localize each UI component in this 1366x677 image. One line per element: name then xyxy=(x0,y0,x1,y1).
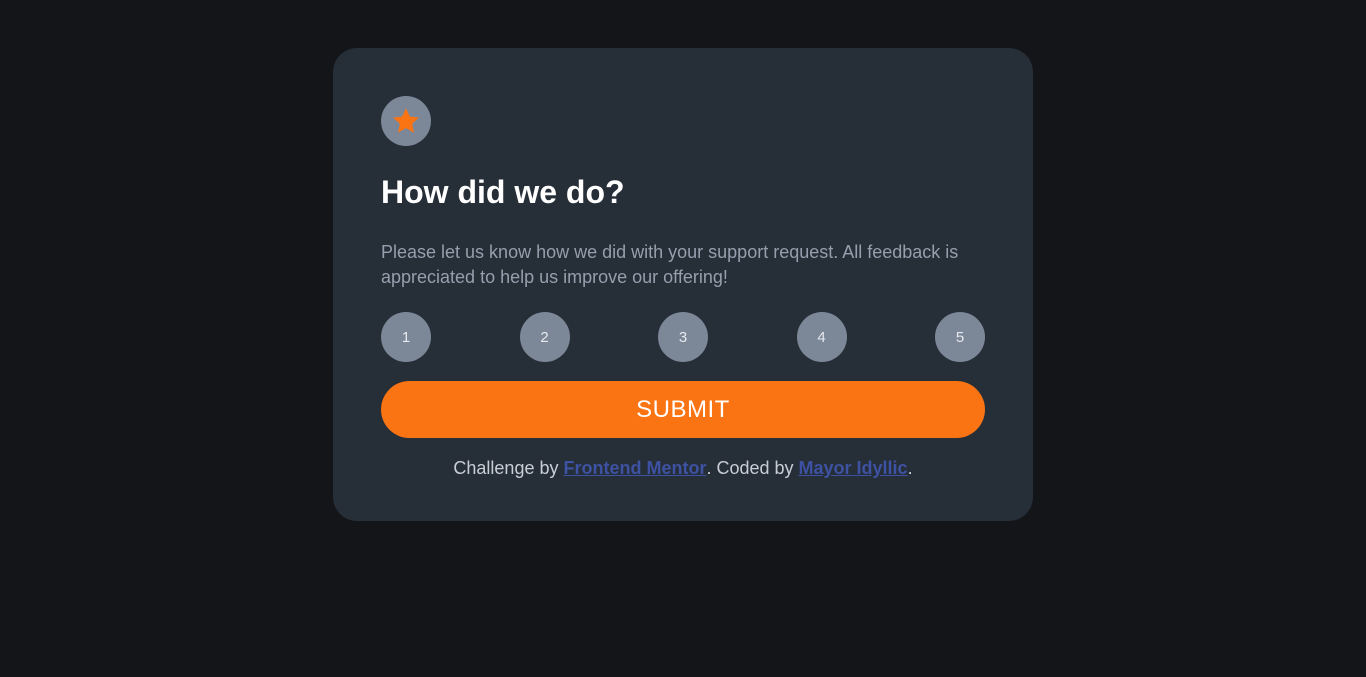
attribution: Challenge by Frontend Mentor. Coded by M… xyxy=(381,458,985,478)
description-text: Please let us know how we did with your … xyxy=(381,242,959,287)
page-title: How did we do? xyxy=(381,174,625,210)
attribution-suffix: . xyxy=(907,458,913,478)
attribution-middle: . Coded by xyxy=(706,458,799,478)
star-icon xyxy=(393,108,419,133)
star-badge xyxy=(381,96,431,146)
rating-button-2[interactable]: 2 xyxy=(519,312,570,362)
author-link[interactable]: Mayor Idyllic xyxy=(799,458,908,478)
rating-button-4[interactable]: 4 xyxy=(796,312,847,362)
attribution-prefix: Challenge by xyxy=(453,458,564,478)
rating-button-3[interactable]: 3 xyxy=(658,312,708,362)
rating-options: 1 2 3 4 5 xyxy=(381,312,985,362)
rating-button-5[interactable]: 5 xyxy=(935,312,985,362)
rating-button-1[interactable]: 1 xyxy=(381,312,431,362)
submit-button[interactable]: SUBMIT xyxy=(381,381,985,438)
frontend-mentor-link[interactable]: Frontend Mentor xyxy=(563,458,706,478)
rating-card: How did we do? Please let us know how we… xyxy=(333,48,1033,521)
